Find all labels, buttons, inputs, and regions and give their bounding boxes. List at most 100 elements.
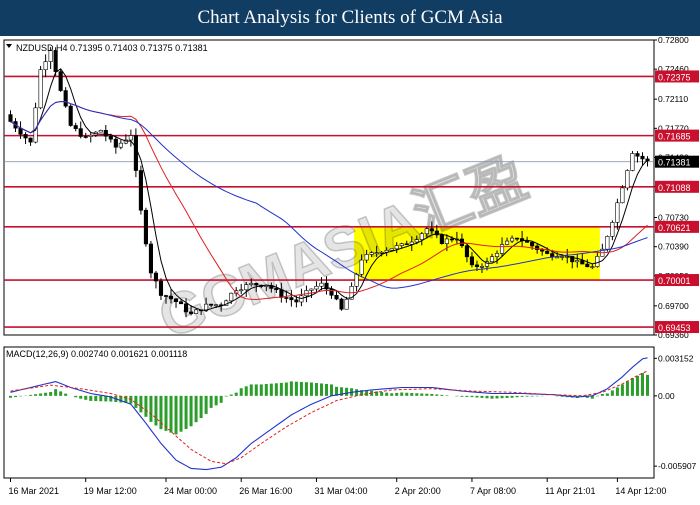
candle-body-40	[209, 303, 214, 306]
candle-body-47	[244, 284, 249, 291]
time-tick-label-2: 24 Mar 00:00	[164, 486, 217, 496]
candle-body-24	[128, 135, 133, 141]
candle-body-32	[168, 295, 174, 300]
candle-body-99	[504, 240, 510, 245]
candle-body-30	[158, 280, 164, 296]
time-tick-label-4: 31 Mar 04:00	[314, 486, 367, 496]
candle-body-83	[424, 228, 429, 235]
level-tag-label-4: 0.70001	[658, 276, 691, 286]
level-tag-label-0: 0.72375	[658, 72, 691, 82]
candle-body-110	[560, 256, 565, 258]
symbol-header: NZDUSD,H4 0.71395 0.71403 0.71375 0.7138…	[6, 43, 208, 53]
candle-body-113	[575, 260, 580, 263]
candle-body-11	[63, 90, 68, 107]
candle-body-87	[444, 238, 449, 244]
time-tick-label-0: 16 Mar 2021	[9, 486, 60, 496]
time-tick-label-3: 26 Mar 16:00	[239, 486, 292, 496]
level-tag-label-3: 0.70621	[658, 223, 691, 233]
macd-title: MACD(12,26,9) 0.002740 0.001621 0.001118	[6, 349, 187, 359]
candle-body-55	[284, 297, 289, 299]
candle-body-66	[339, 298, 344, 310]
candle-body-48	[249, 282, 254, 285]
candle-body-64	[329, 288, 334, 296]
candle-body-20	[108, 135, 113, 140]
chart-title-banner: Chart Analysis for Clients of GCM Asia	[0, 0, 700, 36]
chart-canvas: GCMASIA汇盈 0.728000.724600.721100.717700.…	[0, 35, 700, 500]
candle-body-10	[58, 71, 63, 91]
candle-body-57	[294, 299, 299, 303]
candle-body-27	[143, 209, 148, 245]
candle-body-92	[469, 256, 475, 266]
banner-title: Chart Analysis for Clients of GCM Asia	[197, 7, 503, 28]
candle-body-62	[319, 282, 324, 287]
price-tick-label-0: 0.72800	[658, 36, 689, 45]
candle-body-35	[183, 303, 189, 313]
candle-body-93	[474, 264, 480, 267]
candle-body-121	[615, 202, 620, 223]
time-tick-label-5: 2 Apr 20:00	[395, 486, 441, 496]
level-tag-label-1: 0.71685	[658, 132, 691, 142]
candle-body-109	[555, 256, 560, 259]
candle-body-73	[374, 252, 379, 254]
macd-tick-label-0: 0.003152	[658, 353, 694, 363]
macd-tick-label-2: -0.005907	[658, 461, 697, 471]
candle-body-21	[113, 138, 118, 148]
candle-body-15	[83, 136, 88, 138]
candle-body-4	[28, 137, 33, 143]
candle-body-0	[8, 114, 13, 122]
candle-body-119	[605, 236, 610, 250]
candle-body-98	[499, 244, 505, 254]
candle-body-114	[580, 260, 585, 265]
symbol-header-text: NZDUSD,H4 0.71395 0.71403 0.71375 0.7138…	[16, 43, 208, 53]
candle-body-125	[635, 153, 640, 157]
candle-body-25	[133, 135, 138, 171]
candle-body-107	[545, 250, 550, 254]
candle-body-96	[489, 256, 495, 263]
candle-body-60	[309, 288, 314, 291]
candle-body-122	[620, 187, 625, 204]
candle-body-97	[494, 253, 500, 257]
time-tick-label-8: 14 Apr 12:00	[615, 486, 666, 496]
candle-body-13	[73, 125, 78, 129]
candle-body-94	[479, 266, 485, 268]
candle-body-22	[118, 142, 123, 148]
level-tag-label-5: 0.69453	[658, 323, 691, 333]
candle-body-34	[178, 301, 184, 305]
candle-body-91	[464, 245, 469, 258]
candle-body-53	[274, 288, 279, 291]
level-tag-label-2: 0.71088	[658, 183, 691, 193]
candle-body-12	[68, 105, 73, 126]
candle-body-120	[610, 222, 615, 237]
price-tick-label-2: 0.72110	[658, 94, 688, 104]
candle-body-19	[103, 129, 108, 137]
price-tick-label-7: 0.70390	[658, 242, 689, 252]
candle-body-70	[359, 259, 364, 275]
candle-body-84	[429, 228, 434, 232]
candle-body-54	[279, 289, 284, 298]
time-tick-label-7: 11 Apr 21:01	[545, 486, 595, 496]
candle-body-7	[43, 61, 48, 71]
candle-body-67	[344, 298, 349, 310]
candle-body-82	[419, 233, 424, 240]
candle-body-28	[148, 243, 154, 274]
candle-body-61	[314, 285, 319, 290]
candle-body-31	[163, 295, 169, 297]
candle-body-33	[173, 298, 179, 303]
candle-body-79	[404, 243, 409, 246]
candle-body-44	[229, 292, 234, 302]
candle-body-124	[630, 153, 635, 171]
macd-tick-label-1: 0.00	[658, 391, 675, 401]
time-tick-label-1: 19 Mar 12:00	[84, 486, 137, 496]
candle-body-78	[399, 243, 404, 246]
candle-body-49	[254, 282, 259, 286]
candle-body-74	[379, 251, 384, 254]
candle-body-71	[364, 254, 369, 261]
candle-body-115	[585, 263, 590, 268]
candle-body-65	[334, 294, 339, 300]
candle-body-69	[354, 273, 359, 287]
candle-body-88	[449, 238, 454, 241]
chart-stage: GCMASIA汇盈 0.72800 0.72460 0.72110 0.71770 0.…	[0, 35, 700, 500]
current-price-label: 0.71381	[658, 158, 691, 168]
candle-body-76	[389, 248, 394, 251]
candle-body-3	[23, 134, 28, 139]
